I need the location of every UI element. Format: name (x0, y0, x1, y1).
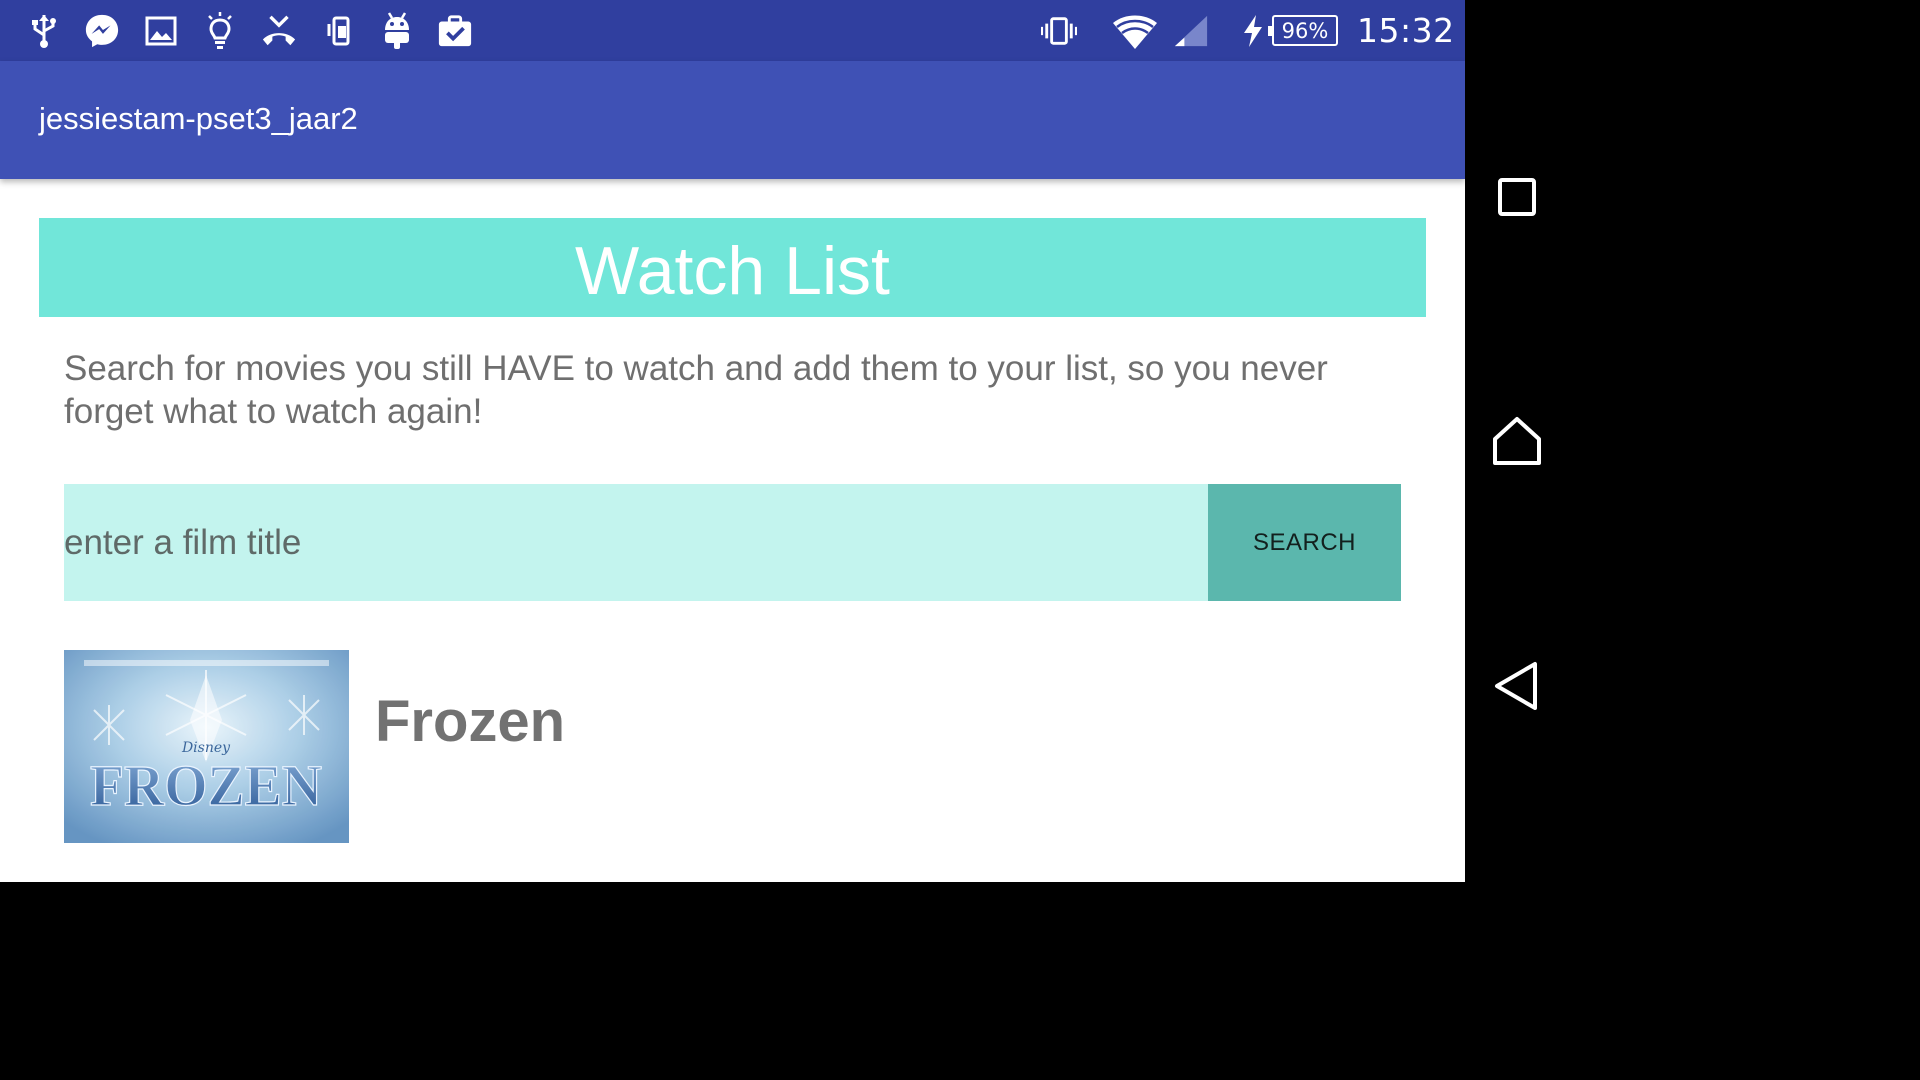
app-bar: jessiestam-pset3_jaar2 (0, 61, 1465, 179)
phone-sync-icon (321, 13, 357, 49)
image-icon (143, 13, 179, 49)
movie-title: Frozen (375, 689, 566, 754)
clipboard-check-icon (437, 13, 473, 49)
list-item[interactable]: Disney FROZEN Frozen (64, 650, 1401, 843)
home-button[interactable] (1490, 414, 1544, 468)
app-title: jessiestam-pset3_jaar2 (39, 101, 358, 136)
charging-icon (1240, 13, 1266, 49)
recents-button[interactable] (1490, 170, 1544, 224)
search-button[interactable]: SEARCH (1208, 484, 1401, 601)
app-screen: 96% 15:32 jessiestam-pset3_jaar2 Watch L… (0, 0, 1465, 882)
wifi-icon (1111, 13, 1159, 49)
back-icon (1495, 662, 1537, 710)
signal-icon (1173, 13, 1209, 49)
navigation-bar (1465, 0, 1568, 882)
intro-text: Search for movies you still HAVE to watc… (64, 349, 1328, 431)
messenger-icon (84, 13, 120, 49)
battery-level: 96% (1268, 15, 1338, 46)
home-icon (1493, 417, 1541, 465)
usb-icon (26, 13, 62, 49)
movie-poster: Disney FROZEN (64, 650, 349, 843)
vibrate-icon (1041, 13, 1077, 49)
back-button[interactable] (1490, 659, 1544, 713)
recents-icon (1498, 178, 1536, 216)
search-row: SEARCH (64, 484, 1401, 601)
status-clock: 15:32 (1357, 11, 1455, 50)
lightbulb-icon (202, 12, 238, 49)
missed-call-icon (261, 13, 297, 49)
film-title-input[interactable] (64, 484, 1208, 601)
banner-title: Watch List (575, 232, 890, 309)
watch-list-banner: Watch List (39, 218, 1426, 317)
status-bar: 96% 15:32 (0, 0, 1465, 61)
android-icon (379, 12, 415, 49)
